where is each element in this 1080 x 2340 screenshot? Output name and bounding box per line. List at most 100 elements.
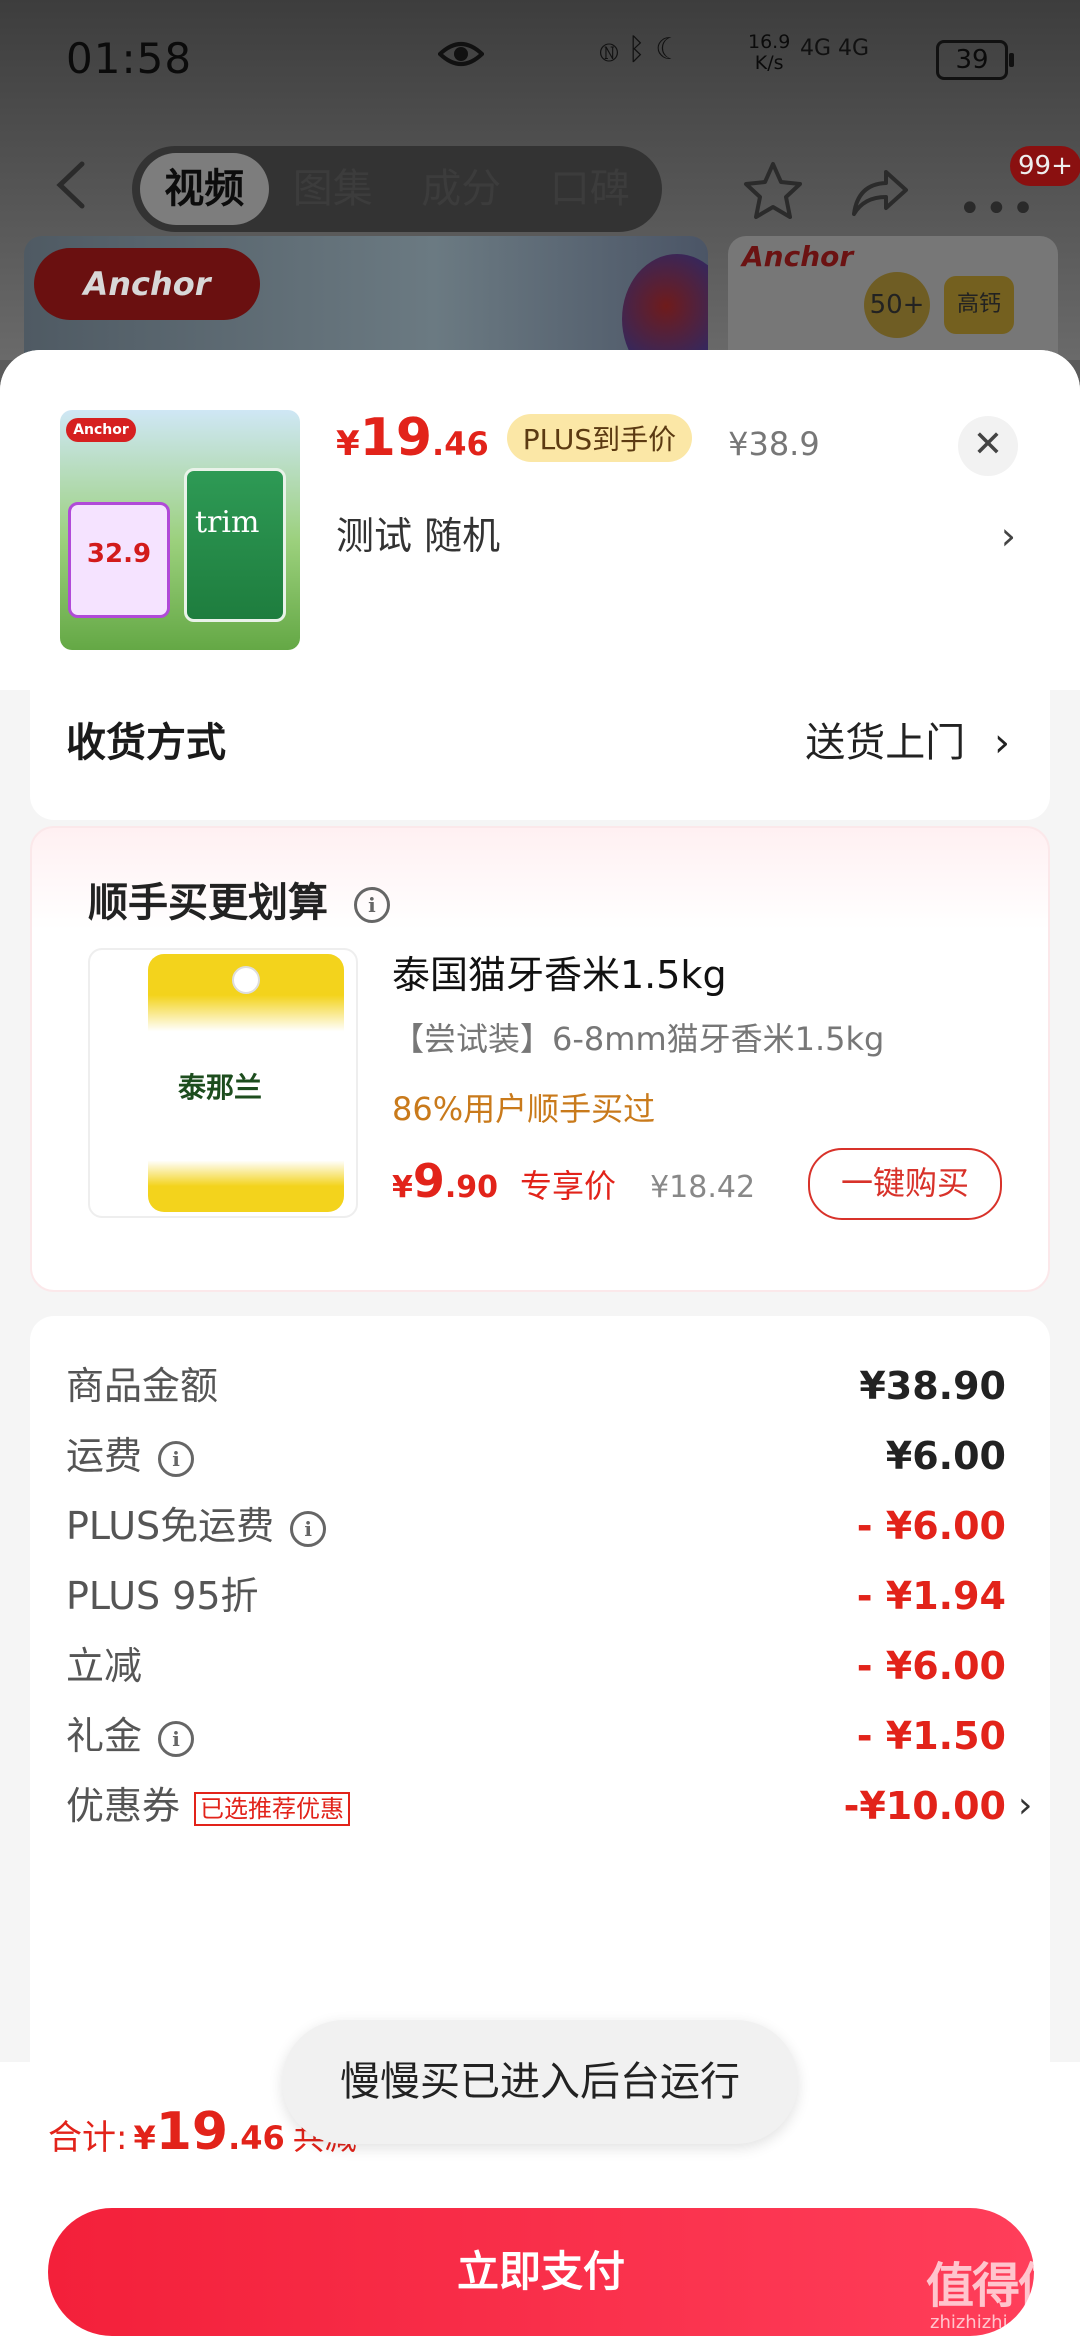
addon-price-symbol: ¥: [392, 1170, 413, 1205]
addon-title-text: 顺手买更划算: [88, 880, 328, 926]
one-click-buy-button[interactable]: 一键购买: [808, 1148, 1002, 1220]
summary-label-text: 立减: [66, 1644, 143, 1688]
watermark-url: zhizhizhi.com: [930, 2312, 1052, 2333]
tab-ingredients[interactable]: 成分: [397, 153, 526, 225]
summary-row-coupon[interactable]: 优惠券 已选推荐优惠 -¥10.00 ›: [66, 1776, 1032, 1836]
signal-icon: 4G 4G: [800, 36, 870, 61]
addon-price-row: ¥ 9 .90 专享价 ¥18.42: [392, 1154, 755, 1208]
years-badge: 50+: [864, 272, 930, 338]
summary-value: - ¥1.94: [856, 1574, 1006, 1618]
image-brand-tag: Anchor: [66, 418, 136, 442]
info-icon[interactable]: i: [158, 1720, 195, 1757]
status-bar: 01:58 Ⓝ ᛒ ☾ 16.9 K/s 4G 4G 39: [0, 0, 1080, 120]
addon-price-decimal: .90: [444, 1170, 499, 1205]
addon-item-desc: 【尝试装】6-8mm猫牙香米1.5kg: [392, 1020, 885, 1058]
addon-buy-stat: 86%用户顺手买过: [392, 1090, 656, 1128]
summary-value: - ¥6.00: [856, 1504, 1006, 1548]
exclusive-price-label: 专享价: [520, 1167, 617, 1205]
summary-label: 运费 i: [66, 1426, 195, 1486]
summary-label: PLUS 95折: [66, 1566, 259, 1626]
addon-original-price: ¥18.42: [650, 1170, 756, 1205]
spec-text: 测试 随机: [336, 514, 501, 558]
shipping-method-row[interactable]: 收货方式 送货上门 ›: [30, 690, 1050, 820]
summary-row-gift-money: 礼金 i - ¥1.50: [66, 1706, 1006, 1766]
product-price-row: ¥ 19 .46 PLUS到手价 ¥38.9: [336, 408, 820, 478]
image-price-value: 32.9: [86, 539, 152, 569]
product-header: Anchor trim 32.9 ¥ 19 .46 PLUS到手价 ¥38.9 …: [0, 350, 1080, 690]
summary-label: 礼金 i: [66, 1706, 195, 1766]
tab-video[interactable]: 视频: [140, 153, 269, 225]
more-icon[interactable]: •••: [958, 186, 1038, 232]
total-price-integer: 19: [155, 2102, 229, 2162]
bag-brand-text: 泰那兰: [178, 1071, 263, 1104]
share-icon[interactable]: [850, 166, 910, 220]
network-speed-unit: K/s: [754, 52, 784, 74]
status-time: 01:58: [66, 34, 193, 83]
coupon-tag: 已选推荐优惠: [194, 1791, 351, 1826]
pay-now-button[interactable]: 立即支付: [48, 2208, 1034, 2336]
calcium-badge: 高钙: [944, 276, 1014, 334]
image-milk-pack: trim: [184, 468, 286, 622]
summary-row-shipping: 运费 i ¥6.00: [66, 1426, 1006, 1486]
summary-label-text: 商品金额: [66, 1364, 219, 1408]
summary-value: -¥10.00: [843, 1784, 1006, 1828]
summary-label: PLUS免运费 i: [66, 1496, 327, 1556]
shipping-value-text: 送货上门: [805, 720, 966, 766]
addon-product-image[interactable]: 泰那兰: [88, 948, 358, 1218]
bluetooth-icon: ᛒ: [627, 32, 646, 67]
close-button[interactable]: ✕: [958, 416, 1018, 476]
bag-hole: [232, 966, 260, 994]
price-decimal: .46: [432, 425, 489, 463]
info-icon[interactable]: i: [290, 1510, 327, 1547]
summary-value: ¥38.90: [859, 1364, 1006, 1408]
star-icon[interactable]: [742, 160, 804, 222]
battery-icon: 39: [936, 40, 1014, 80]
background-page: 01:58 Ⓝ ᛒ ☾ 16.9 K/s 4G 4G 39 视频 图集 成分 口…: [0, 0, 1080, 376]
spec-selector[interactable]: 测试 随机 ›: [336, 506, 1016, 566]
total-label: 合计:: [48, 2118, 128, 2158]
addon-price-integer: 9: [412, 1154, 445, 1208]
back-arrow-icon[interactable]: [52, 160, 92, 210]
image-price-card: 32.9: [68, 502, 170, 618]
watermark-logo: 值得值: [926, 2258, 1066, 2314]
summary-label-text: 优惠券: [66, 1784, 181, 1828]
notification-badge: 99+: [1010, 146, 1080, 186]
rice-bag-image: 泰那兰: [148, 954, 344, 1212]
tab-gallery[interactable]: 图集: [269, 153, 398, 225]
summary-label-text: PLUS免运费: [66, 1504, 275, 1548]
summary-label: 商品金额: [66, 1356, 218, 1416]
total-price-decimal: .46: [228, 2119, 285, 2157]
shipping-value: 送货上门 ›: [805, 710, 1010, 768]
summary-row-goods-amount: 商品金额 ¥38.90: [66, 1356, 1006, 1416]
shipping-label: 收货方式: [66, 720, 226, 766]
brand-logo: Anchor: [34, 248, 260, 320]
original-price: ¥38.9: [728, 425, 820, 463]
status-icons: Ⓝ ᛒ ☾: [600, 32, 682, 67]
chevron-right-icon: ›: [994, 720, 1010, 766]
nfc-icon: Ⓝ: [600, 32, 618, 67]
eye-icon: [438, 42, 484, 66]
summary-value: - ¥1.50: [856, 1714, 1006, 1758]
media-tabs: 视频 图集 成分 口碑: [132, 146, 662, 232]
moon-icon: ☾: [655, 32, 682, 67]
summary-row-plus-discount: PLUS 95折 - ¥1.94: [66, 1566, 1006, 1626]
summary-label-text: 礼金: [66, 1714, 143, 1758]
tab-reviews[interactable]: 口碑: [526, 153, 655, 225]
price-symbol: ¥: [336, 424, 360, 464]
total-price-symbol: ¥: [133, 2119, 156, 2157]
network-speed: 16.9 K/s: [748, 32, 790, 74]
summary-label: 立减: [66, 1636, 142, 1696]
info-icon[interactable]: i: [158, 1440, 195, 1477]
product-image: Anchor trim 32.9: [60, 410, 300, 650]
brand-logo-small: Anchor: [742, 240, 854, 273]
summary-value: - ¥6.00: [856, 1644, 1006, 1688]
addon-title: 顺手买更划算 i: [88, 870, 390, 928]
summary-value: ¥6.00: [885, 1434, 1006, 1478]
addon-card: 顺手买更划算 i 泰那兰 泰国猫牙香米1.5kg 【尝试装】6-8mm猫牙香米1…: [30, 826, 1050, 1292]
network-speed-value: 16.9: [748, 31, 791, 53]
summary-label-text: PLUS 95折: [66, 1574, 259, 1618]
addon-item-name[interactable]: 泰国猫牙香米1.5kg: [392, 944, 727, 999]
summary-label-text: 运费: [66, 1434, 143, 1478]
info-icon[interactable]: i: [353, 887, 390, 923]
image-pack-text: trim: [195, 505, 260, 540]
